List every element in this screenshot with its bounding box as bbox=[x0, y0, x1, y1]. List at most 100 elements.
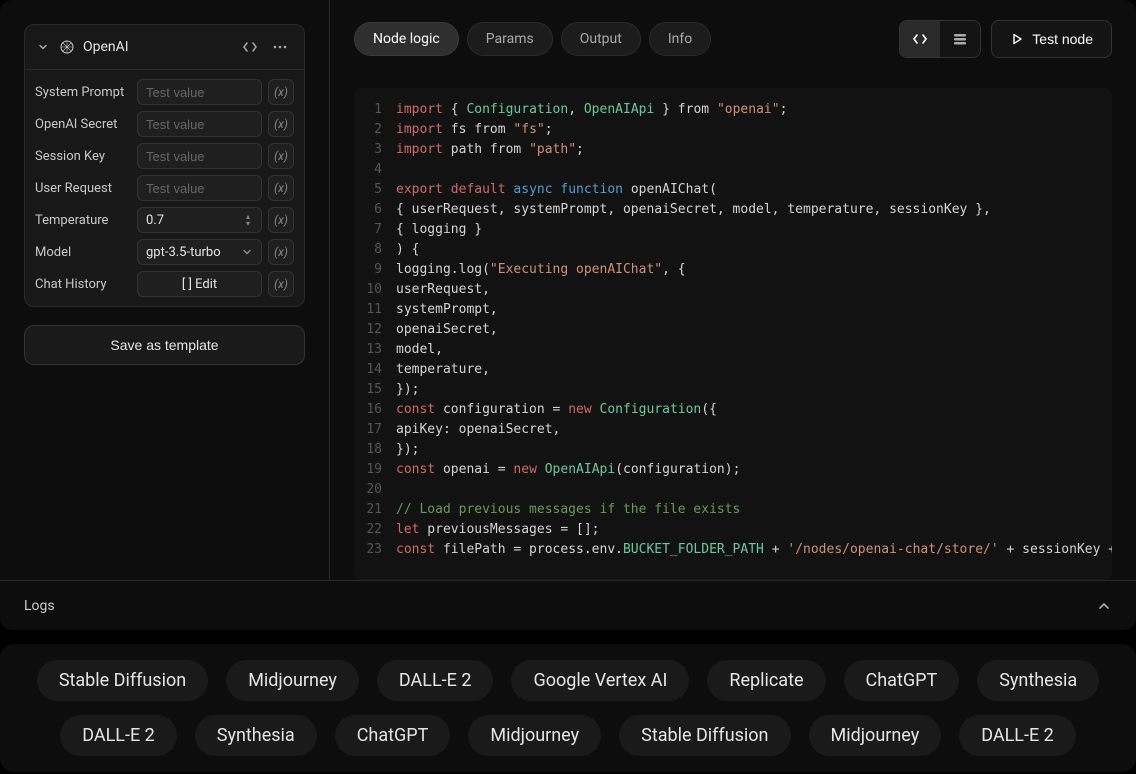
suggestion-chip[interactable]: Midjourney bbox=[809, 715, 942, 756]
content-header: Node logicParamsOutputInfo bbox=[330, 0, 1136, 72]
suggestion-chip[interactable]: ChatGPT bbox=[335, 715, 451, 756]
variable-button[interactable]: (x) bbox=[268, 271, 294, 297]
line-number: 16 bbox=[354, 400, 396, 420]
suggestion-chip[interactable]: DALL-E 2 bbox=[959, 715, 1076, 756]
code-line: 9logging.log("Executing openAIChat", { bbox=[354, 260, 1112, 280]
tab-output[interactable]: Output bbox=[561, 22, 641, 56]
suggestion-chip[interactable]: Stable Diffusion bbox=[619, 715, 790, 756]
suggestion-chip[interactable]: Google Vertex AI bbox=[511, 660, 689, 701]
param-label: OpenAI Secret bbox=[35, 117, 131, 132]
chevron-up-icon[interactable] bbox=[1096, 598, 1112, 614]
line-number: 17 bbox=[354, 420, 396, 440]
code-line: 10userRequest, bbox=[354, 280, 1112, 300]
variable-button[interactable]: (x) bbox=[268, 175, 294, 201]
code-line: 19const openai = new OpenAIApi(configura… bbox=[354, 460, 1112, 480]
suggestion-chip[interactable]: DALL-E 2 bbox=[60, 715, 177, 756]
node-card: OpenAI System Prompt(x)OpenAI Secret(x)S… bbox=[24, 24, 305, 307]
line-number: 4 bbox=[354, 160, 396, 180]
code-content: import fs from "fs"; bbox=[396, 120, 553, 140]
param-text-input[interactable] bbox=[146, 117, 253, 132]
variable-button[interactable]: (x) bbox=[268, 79, 294, 105]
variable-button[interactable]: (x) bbox=[268, 239, 294, 265]
code-line: 1import { Configuration, OpenAIApi } fro… bbox=[354, 100, 1112, 120]
tab-node-logic[interactable]: Node logic bbox=[354, 22, 459, 56]
line-number: 6 bbox=[354, 200, 396, 220]
suggestion-chip[interactable]: DALL-E 2 bbox=[377, 660, 494, 701]
line-number: 18 bbox=[354, 440, 396, 460]
code-content bbox=[396, 160, 404, 180]
suggestion-chip[interactable]: Synthesia bbox=[195, 715, 317, 756]
code-editor[interactable]: 1import { Configuration, OpenAIApi } fro… bbox=[330, 72, 1136, 580]
code-editor-inner: 1import { Configuration, OpenAIApi } fro… bbox=[354, 88, 1112, 580]
param-input[interactable]: gpt-3.5-turbo bbox=[137, 239, 262, 265]
param-input[interactable]: [ ] Edit bbox=[137, 271, 262, 297]
chevron-down-icon[interactable] bbox=[37, 41, 49, 53]
param-value: [ ] Edit bbox=[182, 277, 217, 292]
code-line: 22let previousMessages = []; bbox=[354, 520, 1112, 540]
line-number: 23 bbox=[354, 540, 396, 560]
code-content: logging.log("Executing openAIChat", { bbox=[396, 260, 686, 280]
code-icon[interactable] bbox=[238, 35, 262, 59]
param-label: Session Key bbox=[35, 149, 131, 164]
node-header-actions bbox=[238, 35, 292, 59]
logs-title: Logs bbox=[24, 598, 55, 614]
line-number: 15 bbox=[354, 380, 396, 400]
save-template-button[interactable]: Save as template bbox=[24, 325, 305, 365]
variable-button[interactable]: (x) bbox=[268, 207, 294, 233]
code-line: 3import path from "path"; bbox=[354, 140, 1112, 160]
variable-button[interactable]: (x) bbox=[268, 111, 294, 137]
line-number: 3 bbox=[354, 140, 396, 160]
tab-info[interactable]: Info bbox=[649, 22, 711, 56]
logs-panel[interactable]: Logs bbox=[0, 580, 1136, 630]
param-input[interactable] bbox=[137, 111, 262, 137]
test-node-button[interactable]: Test node bbox=[991, 20, 1112, 58]
code-content: temperature, bbox=[396, 360, 490, 380]
code-view-toggle[interactable] bbox=[900, 21, 940, 57]
line-number: 5 bbox=[354, 180, 396, 200]
sidebar: OpenAI System Prompt(x)OpenAI Secret(x)S… bbox=[0, 0, 330, 580]
suggestion-chip[interactable]: Replicate bbox=[707, 660, 825, 701]
list-view-toggle[interactable] bbox=[940, 21, 980, 57]
code-line: 5export default async function openAICha… bbox=[354, 180, 1112, 200]
param-text-input[interactable] bbox=[146, 85, 253, 100]
param-input[interactable] bbox=[137, 143, 262, 169]
param-text-input[interactable] bbox=[146, 149, 253, 164]
param-text-input[interactable] bbox=[146, 181, 253, 196]
code-content: systemPrompt, bbox=[396, 300, 498, 320]
param-input[interactable]: 0.7▴▾ bbox=[137, 207, 262, 233]
suggestion-chip[interactable]: Midjourney bbox=[226, 660, 359, 701]
param-input[interactable] bbox=[137, 175, 262, 201]
code-line: 20 bbox=[354, 480, 1112, 500]
code-line: 21// Load previous messages if the file … bbox=[354, 500, 1112, 520]
openai-icon bbox=[59, 39, 75, 55]
test-node-label: Test node bbox=[1032, 31, 1093, 47]
line-number: 12 bbox=[354, 320, 396, 340]
main-panel: OpenAI System Prompt(x)OpenAI Secret(x)S… bbox=[0, 0, 1136, 630]
node-title: OpenAI bbox=[59, 39, 228, 55]
line-number: 20 bbox=[354, 480, 396, 500]
suggestion-chip[interactable]: Synthesia bbox=[977, 660, 1099, 701]
code-content: const openai = new OpenAIApi(configurati… bbox=[396, 460, 740, 480]
code-line: 6{ userRequest, systemPrompt, openaiSecr… bbox=[354, 200, 1112, 220]
param-row: OpenAI Secret (x) bbox=[35, 110, 294, 138]
more-icon[interactable] bbox=[268, 35, 292, 59]
line-number: 22 bbox=[354, 520, 396, 540]
tab-params[interactable]: Params bbox=[467, 22, 553, 56]
header-actions: Test node bbox=[899, 20, 1112, 58]
line-number: 10 bbox=[354, 280, 396, 300]
param-input[interactable] bbox=[137, 79, 262, 105]
code-line: 14temperature, bbox=[354, 360, 1112, 380]
suggestion-chip[interactable]: Stable Diffusion bbox=[37, 660, 208, 701]
param-row: Session Key (x) bbox=[35, 142, 294, 170]
param-label: System Prompt bbox=[35, 85, 131, 100]
suggestion-chip[interactable]: Midjourney bbox=[468, 715, 601, 756]
code-content: { userRequest, systemPrompt, openaiSecre… bbox=[396, 200, 991, 220]
suggestion-chip[interactable]: ChatGPT bbox=[844, 660, 960, 701]
param-list: System Prompt(x)OpenAI Secret(x)Session … bbox=[25, 70, 304, 306]
line-number: 13 bbox=[354, 340, 396, 360]
code-content: apiKey: openaiSecret, bbox=[396, 420, 560, 440]
variable-button[interactable]: (x) bbox=[268, 143, 294, 169]
code-line: 2import fs from "fs"; bbox=[354, 120, 1112, 140]
number-stepper[interactable]: ▴▾ bbox=[243, 214, 253, 227]
code-content: { logging } bbox=[396, 220, 482, 240]
